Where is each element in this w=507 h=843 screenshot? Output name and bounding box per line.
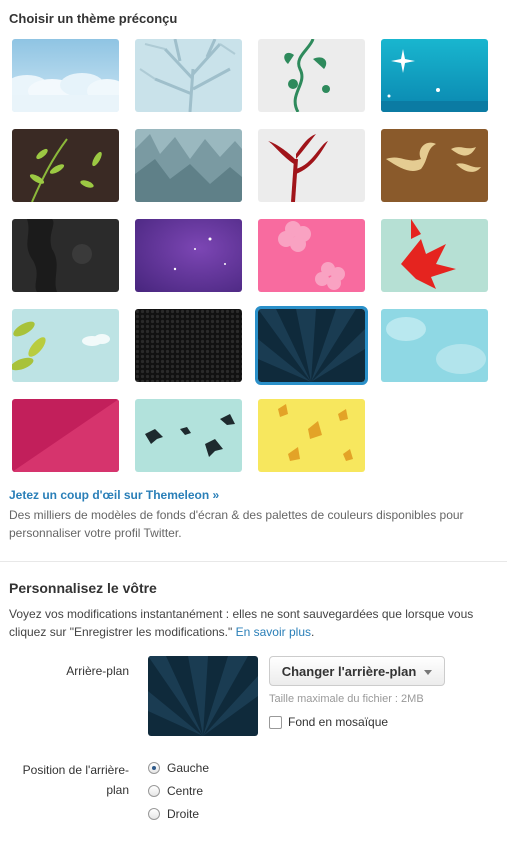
theme-thumb-black-birds[interactable] (135, 399, 242, 472)
position-center-radio[interactable] (148, 785, 160, 797)
theme-thumb-yellow-leaves[interactable] (12, 309, 119, 382)
position-option-left[interactable]: Gauche (148, 761, 209, 775)
theme-thumb-stars[interactable] (381, 39, 488, 112)
max-file-size: Taille maximale du fichier : 2MB (269, 693, 424, 705)
theme-thumb-forest[interactable] (135, 129, 242, 202)
theme-thumb-pink-flowers[interactable] (258, 219, 365, 292)
intro-end: . (311, 625, 315, 639)
theme-thumb-magenta[interactable] (12, 399, 119, 472)
theme-thumb-autumn-leaves[interactable] (258, 399, 365, 472)
custom-section-title: Personnalisez le vôtre (9, 580, 157, 596)
position-option-center[interactable]: Centre (148, 784, 203, 798)
theme-thumb-green-leaves[interactable] (12, 129, 119, 202)
position-right-radio[interactable] (148, 808, 160, 820)
theme-thumb-blue-clouds[interactable] (381, 309, 488, 382)
theme-thumb-golden-birds[interactable] (381, 129, 488, 202)
theme-thumb-vine[interactable] (258, 39, 365, 112)
position-left-radio[interactable] (148, 762, 160, 774)
theme-thumb-black-mesh[interactable] (135, 309, 242, 382)
dropdown-caret-icon (424, 669, 433, 675)
background-position-label: Position de l'arrière-plan (22, 763, 129, 797)
learn-more-link[interactable]: En savoir plus (236, 625, 311, 639)
theme-thumb-clouds[interactable] (12, 39, 119, 112)
theme-thumb-red-leaf[interactable] (381, 219, 488, 292)
tile-background-checkbox[interactable] (269, 715, 282, 729)
section-divider (0, 561, 507, 562)
position-option-right[interactable]: Droite (148, 807, 199, 821)
theme-thumb-purple-stars[interactable] (135, 219, 242, 292)
position-right-label: Droite (167, 807, 200, 821)
theme-thumb-blue-rays[interactable] (255, 306, 368, 385)
position-left-label: Gauche (167, 761, 210, 775)
change-background-button[interactable]: Changer l'arrière-plan (269, 656, 445, 686)
preset-themes-title: Choisir un thème préconçu (9, 11, 178, 26)
custom-intro: Voyez vos modifications instantanément :… (9, 605, 499, 641)
themeleon-description: Des milliers de modèles de fonds d'écran… (9, 508, 464, 540)
theme-thumb-red-branch[interactable] (258, 129, 365, 202)
tile-background-label: Fond en mosaïque (288, 715, 389, 729)
themeleon-link[interactable]: Jetez un coup d'œil sur Themeleon » (9, 488, 219, 502)
background-preview (148, 656, 258, 736)
theme-thumb-dark-grey[interactable] (12, 219, 119, 292)
position-center-label: Centre (167, 784, 204, 798)
theme-thumb-tree[interactable] (135, 39, 242, 112)
change-background-label: Changer l'arrière-plan (281, 663, 417, 679)
tile-background-row: Fond en mosaïque (269, 715, 388, 729)
background-label: Arrière-plan (66, 664, 129, 678)
